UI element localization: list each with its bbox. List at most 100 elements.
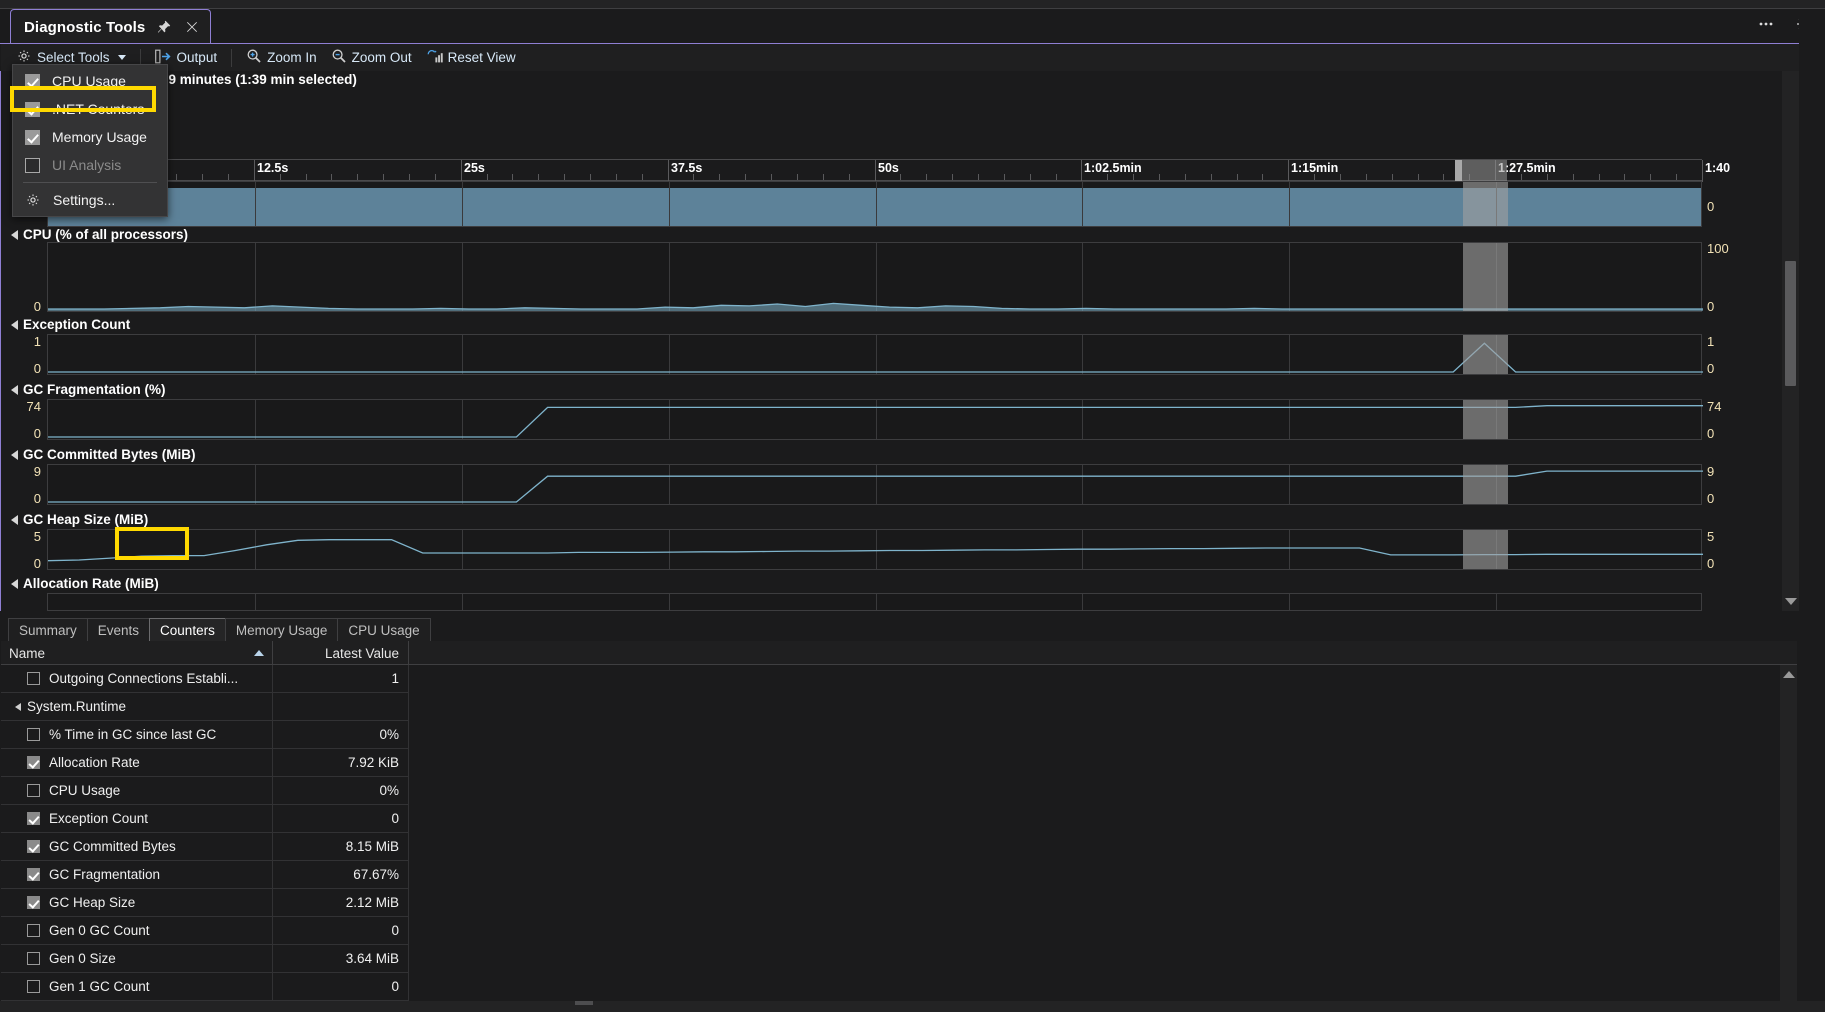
counter-checkbox[interactable]: [27, 868, 40, 881]
chart-title-allocation-rate-label: Allocation Rate (MiB): [23, 576, 159, 591]
chart-gc-fragmentation[interactable]: [47, 399, 1702, 440]
counter-checkbox[interactable]: [27, 672, 40, 685]
table-row[interactable]: Gen 1 GC Count0: [1, 973, 409, 1001]
chart-title-cpu[interactable]: CPU (% of all processors): [11, 227, 188, 242]
ruler-minor-tick: [590, 174, 591, 180]
magnifier-minus-icon: [331, 48, 347, 67]
frag-axis-right-max: 74: [1707, 399, 1755, 414]
graph-scroll-thumb[interactable]: [1785, 261, 1796, 386]
collapse-triangle-icon[interactable]: [11, 385, 18, 395]
bottom-bar-knob[interactable]: [575, 1001, 593, 1005]
collapse-triangle-icon[interactable]: [11, 320, 18, 330]
column-header-name[interactable]: Name: [1, 641, 273, 665]
selection-band[interactable]: [1463, 182, 1508, 226]
close-icon[interactable]: [183, 18, 201, 36]
collapse-triangle-icon[interactable]: [11, 230, 18, 240]
ruler-minor-tick: [202, 174, 203, 180]
chart-gc-committed-bytes[interactable]: [47, 464, 1702, 505]
counter-checkbox[interactable]: [27, 980, 40, 993]
table-cell-latest-value: 1: [273, 665, 409, 692]
table-row[interactable]: GC Committed Bytes8.15 MiB: [1, 833, 409, 861]
counter-checkbox[interactable]: [27, 812, 40, 825]
chart-title-gc-fragmentation[interactable]: GC Fragmentation (%): [11, 382, 166, 397]
table-cell-latest-value: 0: [273, 973, 409, 1000]
table-row[interactable]: System.Runtime: [1, 693, 409, 721]
selection-band[interactable]: [1463, 243, 1508, 311]
chart-gridline: [1496, 594, 1497, 610]
chart-title-gc-heap-size-label: GC Heap Size (MiB): [23, 512, 148, 527]
counter-checkbox[interactable]: [27, 896, 40, 909]
menu-checkbox[interactable]: [25, 74, 40, 89]
memory-axis-label-0: 0: [1707, 199, 1747, 214]
details-tab-label: Events: [98, 623, 139, 638]
reset-view-button[interactable]: Reset View: [419, 47, 523, 69]
selection-band-ruler[interactable]: [1462, 160, 1507, 182]
details-tab-summary[interactable]: Summary: [8, 618, 88, 642]
chevron-up-icon[interactable]: [1783, 671, 1795, 678]
counter-checkbox[interactable]: [27, 756, 40, 769]
table-row[interactable]: Exception Count0: [1, 805, 409, 833]
details-tab-cpu-usage[interactable]: CPU Usage: [337, 618, 430, 642]
details-tab-counters[interactable]: Counters: [149, 618, 226, 642]
selection-band[interactable]: [1463, 400, 1508, 439]
collapse-triangle-icon[interactable]: [11, 450, 18, 460]
menu-item-settings[interactable]: Settings...: [13, 186, 167, 214]
counter-checkbox[interactable]: [27, 840, 40, 853]
table-row[interactable]: Gen 0 Size3.64 MiB: [1, 945, 409, 973]
ruler-label: 37.5s: [668, 161, 702, 175]
counter-checkbox[interactable]: [27, 952, 40, 965]
chart-allocation-rate[interactable]: [47, 593, 1702, 611]
chevron-down-icon[interactable]: [1785, 598, 1797, 605]
group-collapse-triangle-icon[interactable]: [15, 703, 21, 711]
chart-gridline: [669, 594, 670, 610]
table-row[interactable]: Allocation Rate7.92 KiB: [1, 749, 409, 777]
table-row[interactable]: GC Heap Size2.12 MiB: [1, 889, 409, 917]
table-row[interactable]: GC Fragmentation67.67%: [1, 861, 409, 889]
zoom-in-button[interactable]: Zoom In: [239, 47, 324, 69]
collapse-triangle-icon[interactable]: [11, 515, 18, 525]
collapse-triangle-icon[interactable]: [11, 579, 18, 589]
table-row[interactable]: Gen 0 GC Count0: [1, 917, 409, 945]
menu-checkbox[interactable]: [25, 102, 40, 117]
table-row[interactable]: CPU Usage0%: [1, 777, 409, 805]
timeline-ruler[interactable]: 12.5s25s37.5s50s1:02.5min1:15min1:27.5mi…: [47, 159, 1702, 181]
chart-title-exception-count[interactable]: Exception Count: [11, 317, 130, 332]
chart-title-gc-heap-size[interactable]: GC Heap Size (MiB): [11, 512, 148, 527]
selection-band[interactable]: [1463, 530, 1508, 569]
ruler-label: 12.5s: [254, 161, 288, 175]
graph-pane-scrollbar[interactable]: [1782, 71, 1799, 611]
selection-start-marker[interactable]: [1455, 160, 1462, 182]
selection-band[interactable]: [1463, 335, 1508, 374]
chart-process-memory[interactable]: [47, 181, 1702, 227]
table-row[interactable]: % Time in GC since last GC0%: [1, 721, 409, 749]
chart-gridline: [1082, 182, 1083, 226]
tab-diagnostic-tools[interactable]: Diagnostic Tools: [10, 9, 211, 44]
ruler-minor-tick: [978, 174, 979, 180]
chart-series: [48, 243, 1703, 311]
details-tab-memory-usage[interactable]: Memory Usage: [225, 618, 339, 642]
menu-item-cpu-usage[interactable]: CPU Usage: [13, 67, 167, 95]
column-header-latest-value[interactable]: Latest Value: [273, 641, 409, 665]
zoom-out-button[interactable]: Zoom Out: [324, 47, 419, 69]
table-scrollbar[interactable]: [1780, 665, 1797, 1001]
menu-item-net-counters[interactable]: .NET Counters: [13, 95, 167, 123]
counter-checkbox[interactable]: [27, 784, 40, 797]
chart-cpu[interactable]: [47, 242, 1702, 312]
selection-band[interactable]: [1463, 465, 1508, 504]
ruler-minor-tick: [1624, 174, 1625, 180]
chart-exception-count[interactable]: [47, 334, 1702, 375]
pin-icon[interactable]: [155, 18, 173, 36]
chart-title-allocation-rate[interactable]: Allocation Rate (MiB): [11, 576, 159, 591]
counter-checkbox[interactable]: [27, 924, 40, 937]
menu-item-label: CPU Usage: [52, 73, 126, 89]
counter-checkbox[interactable]: [27, 728, 40, 741]
chart-gc-heap-size[interactable]: [47, 529, 1702, 570]
details-tab-events[interactable]: Events: [87, 618, 150, 642]
chart-title-gc-committed-bytes[interactable]: GC Committed Bytes (MiB): [11, 447, 196, 462]
select-tools-menu[interactable]: CPU Usage.NET CountersMemory UsageUI Ana…: [12, 64, 168, 217]
table-row[interactable]: Outgoing Connections Establi...1: [1, 665, 409, 693]
menu-checkbox[interactable]: [25, 130, 40, 145]
menu-item-memory-usage[interactable]: Memory Usage: [13, 123, 167, 151]
cpu-axis-label-max: 100: [1707, 241, 1755, 256]
ellipsis-icon[interactable]: [1755, 13, 1777, 35]
